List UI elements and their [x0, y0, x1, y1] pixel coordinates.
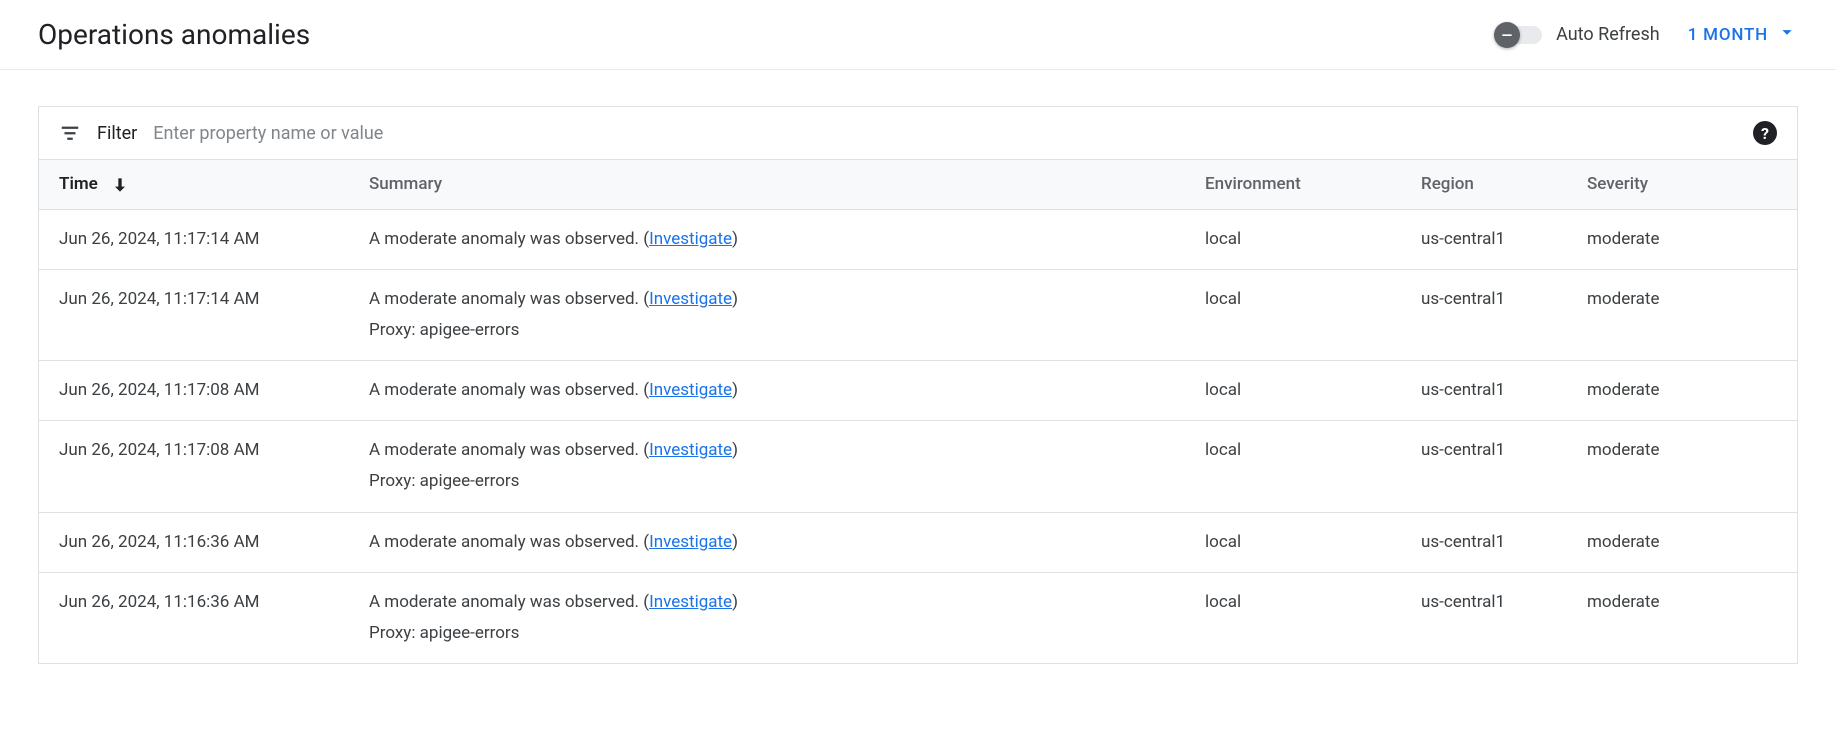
minus-icon	[1494, 22, 1520, 48]
column-header-region[interactable]: Region	[1401, 160, 1567, 209]
cell-environment: local	[1185, 269, 1401, 360]
proxy-line: Proxy: apigee-errors	[369, 620, 1165, 647]
investigate-link[interactable]: Investigate	[649, 380, 732, 400]
cell-summary: A moderate anomaly was observed. (Invest…	[349, 269, 1185, 360]
summary-text: A moderate anomaly was observed.	[369, 289, 643, 309]
cell-environment: local	[1185, 209, 1401, 269]
column-label: Region	[1421, 174, 1474, 194]
time-range-label: 1 MONTH	[1688, 25, 1768, 45]
page-title: Operations anomalies	[38, 18, 310, 51]
column-label: Time	[59, 174, 98, 194]
cell-time: Jun 26, 2024, 11:17:14 AM	[39, 209, 349, 269]
table-row: Jun 26, 2024, 11:17:14 AMA moderate anom…	[39, 269, 1797, 360]
close-paren: )	[732, 229, 738, 249]
summary-text: A moderate anomaly was observed.	[369, 592, 643, 612]
table-header-row: Time Summary Environment Region Severity	[39, 160, 1797, 209]
cell-region: us-central1	[1401, 572, 1567, 663]
filter-input[interactable]	[153, 123, 1737, 144]
cell-region: us-central1	[1401, 512, 1567, 572]
auto-refresh-label: Auto Refresh	[1556, 24, 1660, 45]
cell-environment: local	[1185, 421, 1401, 512]
close-paren: )	[732, 532, 738, 552]
cell-summary: A moderate anomaly was observed. (Invest…	[349, 572, 1185, 663]
cell-summary: A moderate anomaly was observed. (Invest…	[349, 421, 1185, 512]
chevron-down-icon	[1776, 21, 1798, 48]
close-paren: )	[732, 592, 738, 612]
investigate-link[interactable]: Investigate	[649, 440, 732, 460]
column-label: Environment	[1205, 174, 1301, 194]
close-paren: )	[732, 289, 738, 309]
column-header-time[interactable]: Time	[39, 160, 349, 209]
table-row: Jun 26, 2024, 11:17:08 AMA moderate anom…	[39, 361, 1797, 421]
investigate-link[interactable]: Investigate	[649, 532, 732, 552]
column-header-summary[interactable]: Summary	[349, 160, 1185, 209]
cell-summary: A moderate anomaly was observed. (Invest…	[349, 512, 1185, 572]
close-paren: )	[732, 380, 738, 400]
column-label: Summary	[369, 174, 442, 194]
summary-text: A moderate anomaly was observed.	[369, 440, 643, 460]
proxy-line: Proxy: apigee-errors	[369, 468, 1165, 495]
table-row: Jun 26, 2024, 11:16:36 AMA moderate anom…	[39, 572, 1797, 663]
column-label: Severity	[1587, 174, 1648, 194]
column-header-environment[interactable]: Environment	[1185, 160, 1401, 209]
cell-severity: moderate	[1567, 572, 1797, 663]
cell-environment: local	[1185, 572, 1401, 663]
content-area: Filter ? Time Summary Environment	[0, 70, 1836, 664]
cell-severity: moderate	[1567, 512, 1797, 572]
cell-time: Jun 26, 2024, 11:17:08 AM	[39, 361, 349, 421]
sort-descending-icon	[110, 175, 130, 195]
filter-bar: Filter ?	[39, 107, 1797, 160]
proxy-line: Proxy: apigee-errors	[369, 317, 1165, 344]
cell-summary: A moderate anomaly was observed. (Invest…	[349, 209, 1185, 269]
filter-label: Filter	[97, 123, 137, 144]
cell-time: Jun 26, 2024, 11:17:08 AM	[39, 421, 349, 512]
auto-refresh-control: Auto Refresh	[1496, 24, 1660, 45]
cell-environment: local	[1185, 361, 1401, 421]
cell-summary: A moderate anomaly was observed. (Invest…	[349, 361, 1185, 421]
column-header-severity[interactable]: Severity	[1567, 160, 1797, 209]
investigate-link[interactable]: Investigate	[649, 289, 732, 309]
cell-severity: moderate	[1567, 209, 1797, 269]
table-row: Jun 26, 2024, 11:17:08 AMA moderate anom…	[39, 421, 1797, 512]
cell-severity: moderate	[1567, 269, 1797, 360]
header-controls: Auto Refresh 1 MONTH	[1496, 21, 1798, 48]
cell-region: us-central1	[1401, 269, 1567, 360]
cell-severity: moderate	[1567, 361, 1797, 421]
cell-time: Jun 26, 2024, 11:16:36 AM	[39, 512, 349, 572]
filter-icon	[59, 122, 81, 144]
help-icon[interactable]: ?	[1753, 121, 1777, 145]
page-header: Operations anomalies Auto Refresh 1 MONT…	[0, 0, 1836, 70]
table-row: Jun 26, 2024, 11:17:14 AMA moderate anom…	[39, 209, 1797, 269]
investigate-link[interactable]: Investigate	[649, 229, 732, 249]
cell-region: us-central1	[1401, 361, 1567, 421]
anomalies-panel: Filter ? Time Summary Environment	[38, 106, 1798, 664]
auto-refresh-toggle[interactable]	[1496, 26, 1542, 44]
cell-region: us-central1	[1401, 421, 1567, 512]
summary-text: A moderate anomaly was observed.	[369, 229, 643, 249]
cell-time: Jun 26, 2024, 11:16:36 AM	[39, 572, 349, 663]
time-range-selector[interactable]: 1 MONTH	[1688, 21, 1798, 48]
cell-environment: local	[1185, 512, 1401, 572]
anomalies-table: Time Summary Environment Region Severity…	[39, 160, 1797, 664]
cell-time: Jun 26, 2024, 11:17:14 AM	[39, 269, 349, 360]
cell-severity: moderate	[1567, 421, 1797, 512]
cell-region: us-central1	[1401, 209, 1567, 269]
investigate-link[interactable]: Investigate	[649, 592, 732, 612]
close-paren: )	[732, 440, 738, 460]
summary-text: A moderate anomaly was observed.	[369, 532, 643, 552]
summary-text: A moderate anomaly was observed.	[369, 380, 643, 400]
table-row: Jun 26, 2024, 11:16:36 AMA moderate anom…	[39, 512, 1797, 572]
